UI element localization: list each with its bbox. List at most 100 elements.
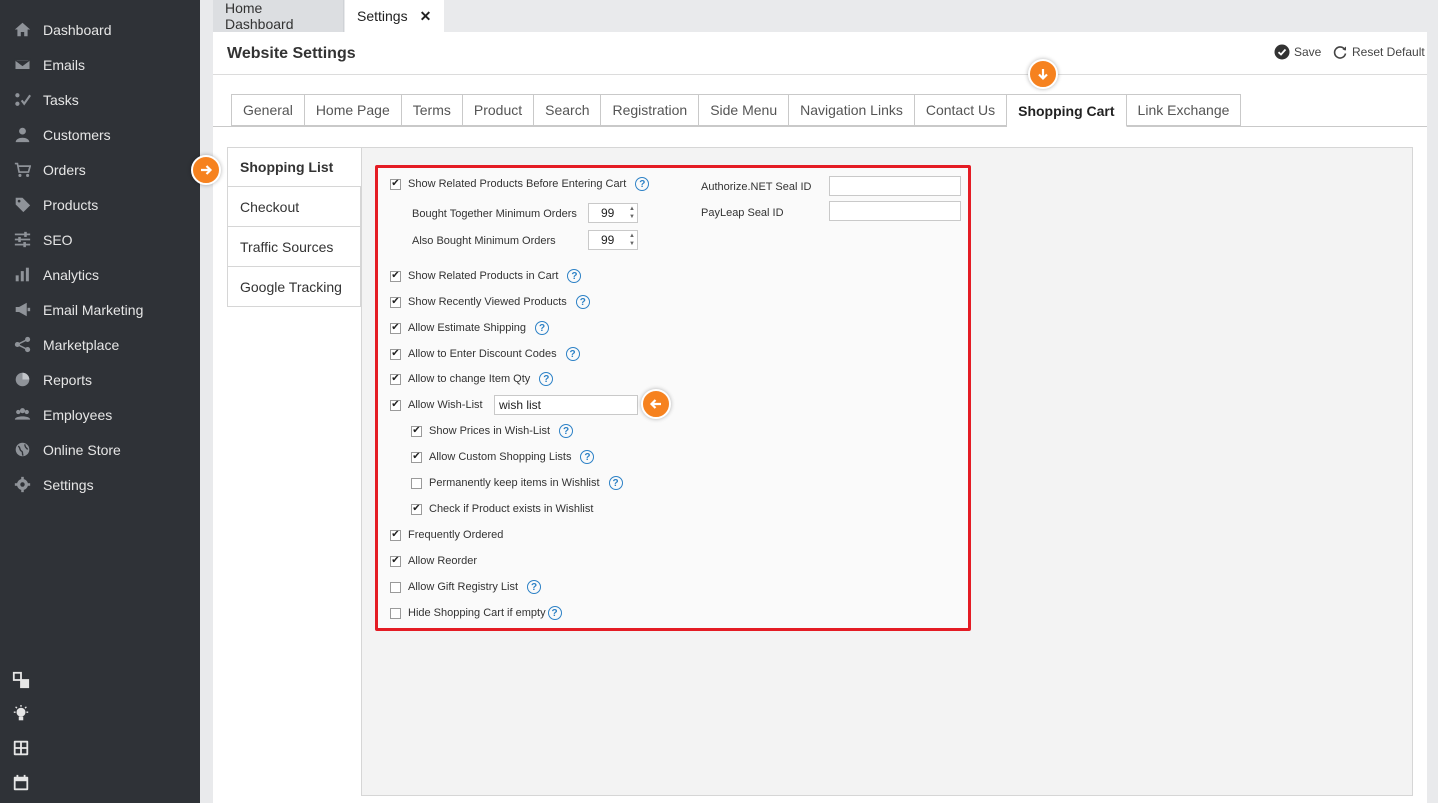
- arrow-down-icon: [1028, 59, 1058, 89]
- tab-label: Home Dashboard: [225, 0, 294, 32]
- setting-label: Show Recently Viewed Products: [408, 296, 567, 308]
- wish-prices-checkbox[interactable]: ✔: [411, 425, 422, 437]
- refresh-icon: [1333, 46, 1347, 59]
- keep-items-checkbox[interactable]: [411, 477, 422, 489]
- spinner-arrows-icon[interactable]: ▲ ▼: [629, 205, 635, 221]
- frequently-ordered-checkbox[interactable]: ✔: [390, 529, 401, 541]
- help-icon[interactable]: ?: [580, 450, 595, 464]
- reset-default-button[interactable]: Reset Default: [1332, 44, 1425, 60]
- pie-chart-icon: [12, 370, 32, 390]
- wish-list-checkbox[interactable]: ✔: [390, 399, 401, 411]
- sidebar-item-seo[interactable]: SEO: [0, 222, 200, 257]
- sidebar-item-online-store[interactable]: Online Store: [0, 432, 200, 467]
- setting-discount-codes: ✔ Allow to Enter Discount Codes ?: [390, 345, 580, 363]
- setting-custom-lists: ✔ Allow Custom Shopping Lists ?: [411, 448, 595, 466]
- help-icon[interactable]: ?: [575, 295, 590, 309]
- tab-search[interactable]: Search: [534, 94, 602, 126]
- sidebar-item-reports[interactable]: Reports: [0, 362, 200, 397]
- tasks-icon: [12, 90, 32, 110]
- tag-icon: [12, 195, 32, 215]
- save-button[interactable]: Save: [1274, 44, 1321, 60]
- tab-contact-us[interactable]: Contact Us: [914, 94, 1008, 126]
- related-in-cart-checkbox[interactable]: ✔: [390, 270, 401, 282]
- tab-link-exchange[interactable]: Link Exchange: [1126, 94, 1242, 126]
- setting-label: Allow Reorder: [408, 555, 478, 567]
- payleap-seal-label: PayLeap Seal ID: [701, 207, 784, 219]
- bar-chart-icon: [12, 265, 32, 285]
- help-icon[interactable]: ?: [527, 580, 542, 594]
- sidebar-item-email-marketing[interactable]: Email Marketing: [0, 292, 200, 327]
- sidebar-item-customers[interactable]: Customers: [0, 117, 200, 152]
- tab-registration[interactable]: Registration: [601, 94, 700, 126]
- authorize-seal-field[interactable]: [829, 176, 961, 196]
- sidebar-item-emails[interactable]: Emails: [0, 47, 200, 82]
- setting-recently-viewed: ✔ Show Recently Viewed Products ?: [390, 293, 590, 311]
- subnav-checkout[interactable]: Checkout: [227, 187, 361, 227]
- recently-viewed-checkbox[interactable]: ✔: [390, 296, 401, 308]
- tab-shopping-cart[interactable]: Shopping Cart: [1007, 94, 1127, 127]
- megaphone-icon: [12, 300, 32, 320]
- tab-product[interactable]: Product: [462, 94, 535, 126]
- calendar-icon[interactable]: [11, 773, 31, 793]
- change-qty-checkbox[interactable]: ✔: [390, 373, 401, 385]
- help-icon[interactable]: ?: [608, 476, 623, 490]
- subnav-google-tracking[interactable]: Google Tracking: [227, 267, 361, 307]
- tab-home-dashboard[interactable]: Home Dashboard: [213, 0, 344, 32]
- settings-panel: Website Settings Save Reset Default Gene…: [213, 32, 1427, 803]
- subnav-traffic-sources[interactable]: Traffic Sources: [227, 227, 361, 267]
- tab-home-page[interactable]: Home Page: [304, 94, 402, 126]
- setting-change-qty: ✔ Allow to change Item Qty ?: [390, 370, 554, 388]
- tab-side-menu[interactable]: Side Menu: [699, 94, 790, 126]
- reorder-checkbox[interactable]: ✔: [390, 555, 401, 567]
- also-bought-stepper[interactable]: 99 ▲ ▼: [588, 230, 638, 250]
- settings-tabs: General Home Page Terms Product Search R…: [231, 94, 1242, 127]
- help-icon[interactable]: ?: [567, 269, 582, 283]
- sidebar-item-employees[interactable]: Employees: [0, 397, 200, 432]
- sidebar-item-products[interactable]: Products: [0, 187, 200, 222]
- sidebar-item-label: Dashboard: [43, 21, 112, 38]
- also-bought-label: Also Bought Minimum Orders: [412, 235, 556, 247]
- help-icon[interactable]: ?: [565, 347, 580, 361]
- sidebar-item-marketplace[interactable]: Marketplace: [0, 327, 200, 362]
- hide-cart-checkbox[interactable]: [390, 607, 401, 619]
- subnav-shopping-list[interactable]: Shopping List: [227, 147, 362, 187]
- help-icon[interactable]: ?: [535, 321, 550, 335]
- sidebar-item-analytics[interactable]: Analytics: [0, 257, 200, 292]
- tab-navigation-links[interactable]: Navigation Links: [789, 94, 915, 126]
- lightbulb-icon[interactable]: [11, 704, 31, 724]
- custom-lists-checkbox[interactable]: ✔: [411, 451, 422, 463]
- tab-general[interactable]: General: [231, 94, 305, 126]
- tab-settings-document[interactable]: Settings ✕: [345, 0, 444, 32]
- help-icon[interactable]: ?: [559, 424, 574, 438]
- sidebar: Dashboard Emails Tasks Customers Orders …: [0, 0, 200, 803]
- wish-list-name-field[interactable]: wish list: [494, 395, 638, 415]
- user-icon: [12, 125, 32, 145]
- home-icon: [12, 20, 32, 40]
- windows-icon[interactable]: [11, 670, 31, 690]
- close-icon[interactable]: ✕: [420, 8, 432, 25]
- related-before-cart-checkbox[interactable]: ✔: [390, 178, 401, 190]
- sidebar-item-tasks[interactable]: Tasks: [0, 82, 200, 117]
- spinner-arrows-icon[interactable]: ▲ ▼: [629, 232, 635, 248]
- help-icon[interactable]: ?: [635, 177, 650, 191]
- setting-label: Allow Gift Registry List: [408, 581, 519, 593]
- sidebar-item-settings[interactable]: Settings: [0, 467, 200, 502]
- estimate-shipping-checkbox[interactable]: ✔: [390, 322, 401, 334]
- arrow-right-icon: [191, 155, 221, 185]
- help-icon[interactable]: ?: [547, 606, 562, 620]
- sidebar-item-orders[interactable]: Orders: [0, 152, 200, 187]
- calculator-icon[interactable]: [11, 738, 31, 758]
- sidebar-item-label: Email Marketing: [43, 301, 144, 318]
- setting-label: Allow Wish-List: [408, 399, 483, 411]
- payleap-seal-field[interactable]: [829, 201, 961, 221]
- check-exists-checkbox[interactable]: ✔: [411, 503, 422, 515]
- setting-label: Show Related Products Before Entering Ca…: [408, 178, 627, 190]
- sidebar-item-dashboard[interactable]: Dashboard: [0, 12, 200, 47]
- setting-label: Frequently Ordered: [408, 529, 504, 541]
- discount-codes-checkbox[interactable]: ✔: [390, 348, 401, 360]
- tab-terms[interactable]: Terms: [401, 94, 463, 126]
- setting-hide-cart: Hide Shopping Cart if empty ?: [390, 604, 562, 622]
- help-icon[interactable]: ?: [539, 372, 554, 386]
- bought-together-stepper[interactable]: 99 ▲ ▼: [588, 203, 638, 223]
- gift-registry-checkbox[interactable]: [390, 581, 401, 593]
